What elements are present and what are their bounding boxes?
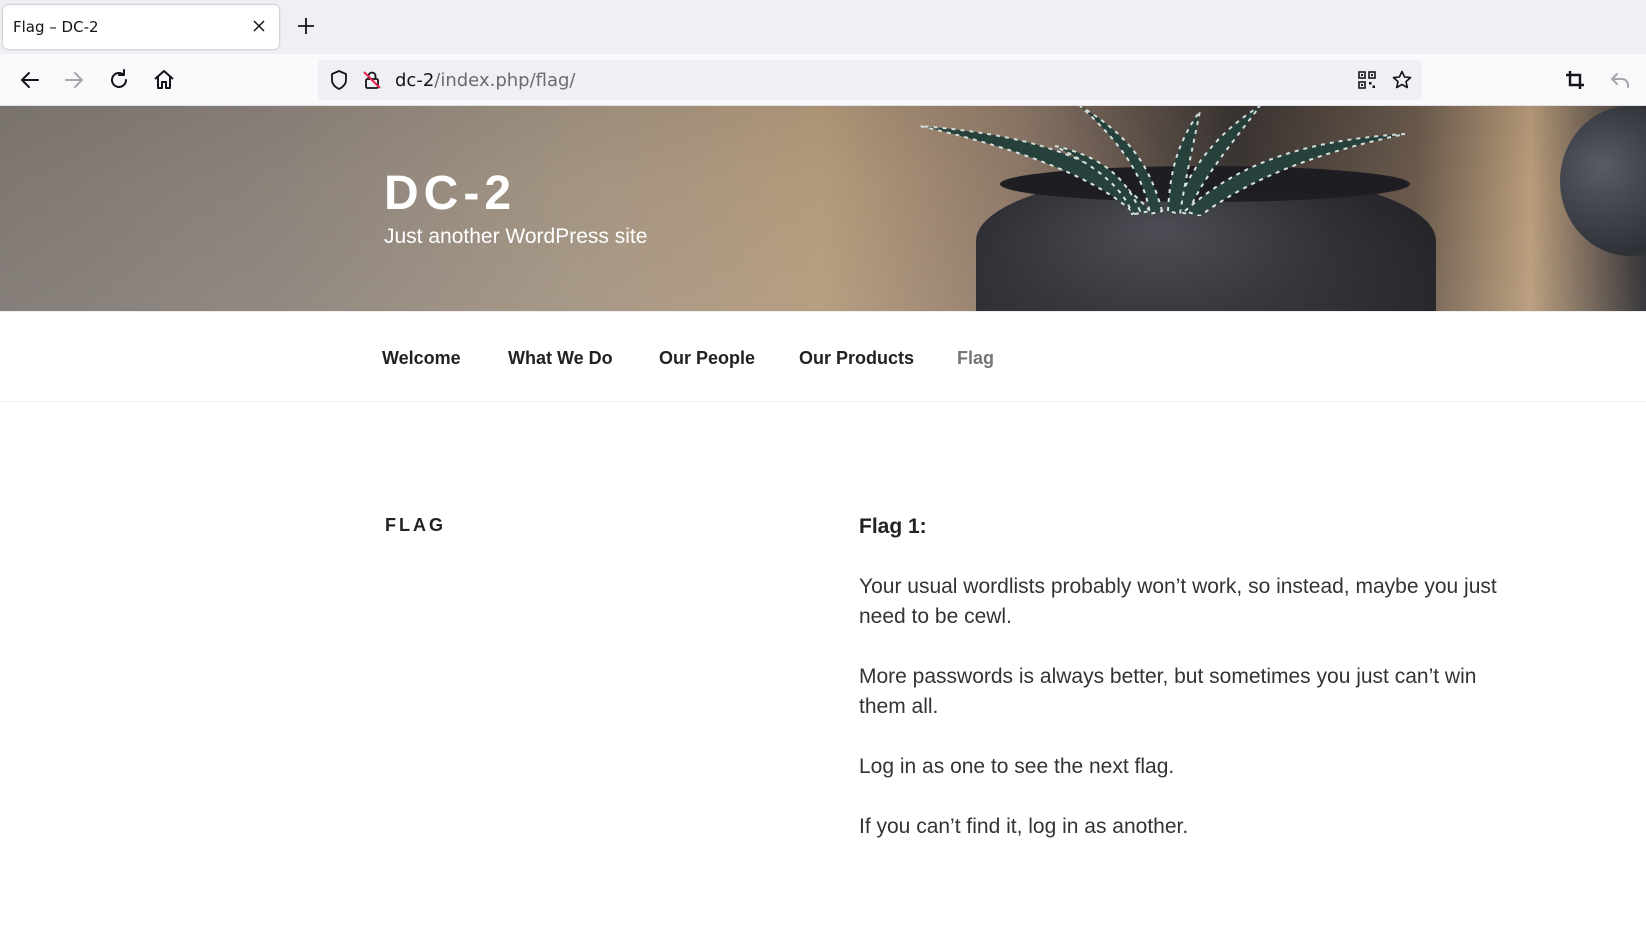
shield-icon[interactable] <box>328 69 350 91</box>
undo-icon[interactable] <box>1608 68 1632 92</box>
close-icon[interactable] <box>251 18 267 34</box>
paragraph-4: If you can’t find it, log in as another. <box>859 815 1189 838</box>
paragraph-2: More passwords is always better, but som… <box>859 665 1477 718</box>
site-title[interactable]: DC-2 <box>384 166 516 221</box>
url-bar[interactable]: dc-2/index.php/flag/ <box>318 60 1422 100</box>
entry-content: Flag 1: Your usual wordlists probably wo… <box>859 512 1499 872</box>
menu-item-our-products[interactable]: Our Products <box>799 348 914 369</box>
page-title: FLAG <box>385 515 446 535</box>
home-icon[interactable] <box>152 68 176 92</box>
header-overlay <box>0 106 1646 311</box>
arrow-right-icon[interactable] <box>62 68 86 92</box>
main-navigation: Welcome What We Do Our People Our Produc… <box>0 311 1646 402</box>
paragraph-3: Log in as one to see the next flag. <box>859 755 1175 778</box>
url-host: dc-2 <box>395 70 435 91</box>
browser-tab[interactable]: Flag – DC-2 <box>3 5 279 49</box>
crop-icon[interactable] <box>1563 68 1587 92</box>
arrow-left-icon[interactable] <box>18 68 42 92</box>
insecure-lock-icon[interactable] <box>361 69 383 91</box>
paragraph-1: Your usual wordlists probably won’t work… <box>859 575 1497 628</box>
tab-title: Flag – DC-2 <box>13 18 99 36</box>
menu-item-what-we-do[interactable]: What We Do <box>508 348 613 369</box>
menu-item-flag[interactable]: Flag <box>957 348 994 369</box>
header-image: DC-2 Just another WordPress site <box>0 106 1646 311</box>
tab-strip: Flag – DC-2 <box>0 0 1646 54</box>
menu-item-our-people[interactable]: Our People <box>659 348 755 369</box>
menu-item-welcome[interactable]: Welcome <box>382 348 461 369</box>
reload-icon[interactable] <box>107 68 131 92</box>
content-title: Flag 1: <box>859 515 927 538</box>
star-icon[interactable] <box>1391 69 1413 91</box>
url-path: /index.php/flag/ <box>434 70 576 91</box>
browser-toolbar: dc-2/index.php/flag/ <box>0 54 1646 106</box>
new-tab-icon[interactable] <box>296 16 316 36</box>
url-text[interactable]: dc-2/index.php/flag/ <box>395 70 576 91</box>
qr-code-icon[interactable] <box>1356 69 1378 91</box>
site-description: Just another WordPress site <box>384 225 648 248</box>
